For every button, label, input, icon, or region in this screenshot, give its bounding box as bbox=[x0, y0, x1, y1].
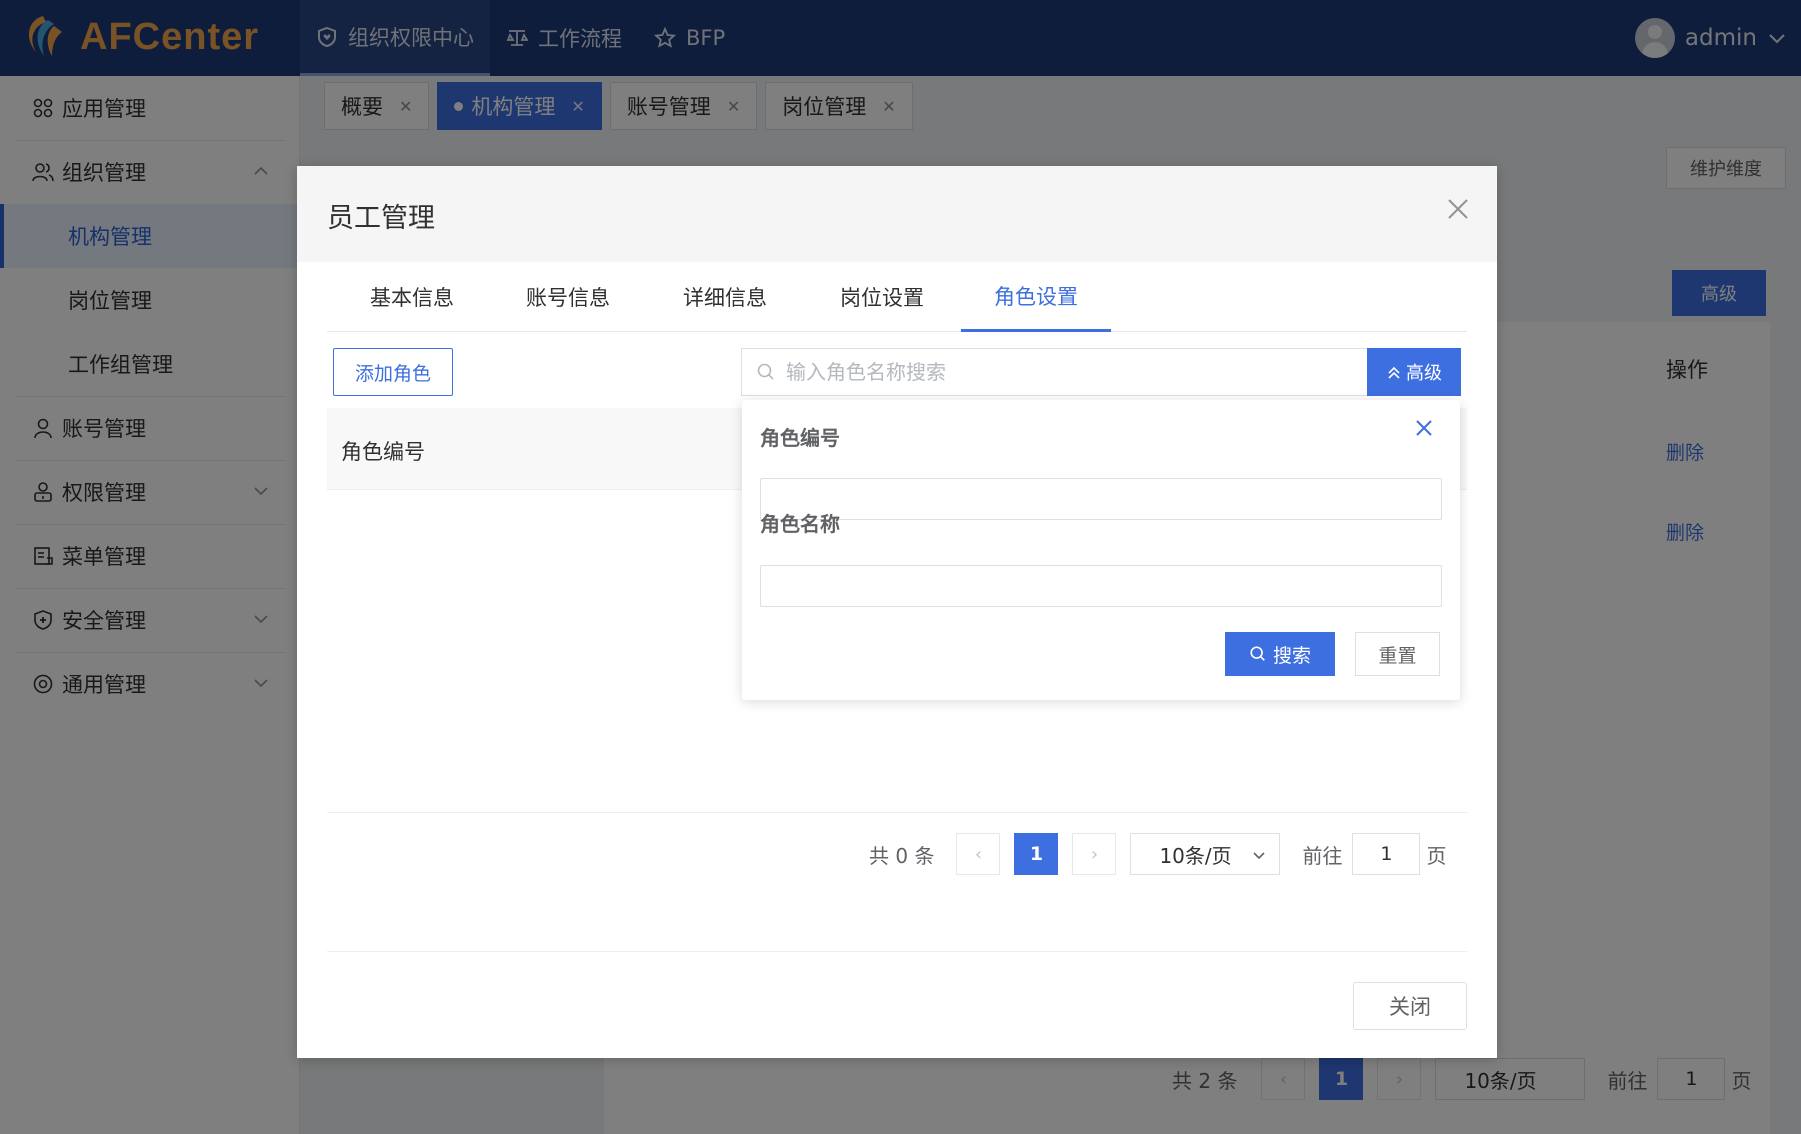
advanced-search-button[interactable]: 高级 bbox=[1367, 348, 1461, 396]
advanced-search-popover: 角色编号 角色名称 搜索 重置 bbox=[742, 400, 1460, 700]
page-suffix: 页 bbox=[1426, 843, 1447, 868]
close-dialog-button[interactable]: 关闭 bbox=[1353, 982, 1467, 1030]
close-icon[interactable] bbox=[1443, 194, 1473, 224]
popover-reset-button[interactable]: 重置 bbox=[1355, 632, 1440, 676]
page-number[interactable]: 1 bbox=[1014, 833, 1059, 875]
goto-input[interactable] bbox=[1352, 833, 1421, 875]
next-page-button[interactable]: › bbox=[1072, 833, 1117, 875]
role-code-input[interactable] bbox=[760, 478, 1442, 520]
pager-total: 共 0 条 bbox=[869, 843, 935, 868]
role-code-label: 角色编号 bbox=[760, 426, 840, 450]
footer-divider bbox=[327, 951, 1467, 952]
prev-page-button[interactable]: ‹ bbox=[956, 833, 1001, 875]
search-icon bbox=[1250, 646, 1265, 661]
close-icon[interactable] bbox=[1412, 416, 1436, 440]
search-icon bbox=[757, 363, 774, 380]
add-role-button[interactable]: 添加角色 bbox=[333, 348, 453, 396]
column-role-code: 角色编号 bbox=[341, 440, 425, 464]
role-search-input[interactable] bbox=[786, 360, 1346, 384]
table-bottom-divider bbox=[327, 812, 1467, 813]
chevron-up-double-icon bbox=[1388, 366, 1400, 379]
page-size-value: 10条/页 bbox=[1159, 843, 1232, 868]
tab-role-settings[interactable]: 角色设置 bbox=[961, 262, 1111, 332]
goto-label: 前往 bbox=[1302, 843, 1343, 868]
popover-search-button[interactable]: 搜索 bbox=[1225, 632, 1335, 676]
page-size-select[interactable]: 10条/页 bbox=[1130, 833, 1281, 875]
dialog-title: 员工管理 bbox=[327, 203, 435, 234]
role-name-label: 角色名称 bbox=[760, 512, 840, 536]
tab-basic-info[interactable]: 基本信息 bbox=[347, 262, 477, 332]
tab-position-settings[interactable]: 岗位设置 bbox=[817, 262, 947, 332]
tab-detail-info[interactable]: 详细信息 bbox=[660, 262, 790, 332]
advanced-label: 高级 bbox=[1406, 363, 1442, 384]
role-search-box bbox=[741, 348, 1367, 396]
role-pager: 共 0 条 ‹ 1 › 10条/页 前往 页 bbox=[869, 832, 1446, 876]
search-label: 搜索 bbox=[1272, 644, 1311, 667]
chevron-down-icon bbox=[1253, 852, 1266, 860]
employee-dialog: 员工管理 基本信息 账号信息 详细信息 岗位设置 角色设置 添加角色 高级 角色… bbox=[297, 166, 1497, 1058]
dialog-tabs: 基本信息 账号信息 详细信息 岗位设置 角色设置 bbox=[327, 262, 1467, 332]
tab-account-info[interactable]: 账号信息 bbox=[503, 262, 633, 332]
role-name-input[interactable] bbox=[760, 565, 1442, 607]
dialog-header: 员工管理 bbox=[297, 166, 1497, 262]
